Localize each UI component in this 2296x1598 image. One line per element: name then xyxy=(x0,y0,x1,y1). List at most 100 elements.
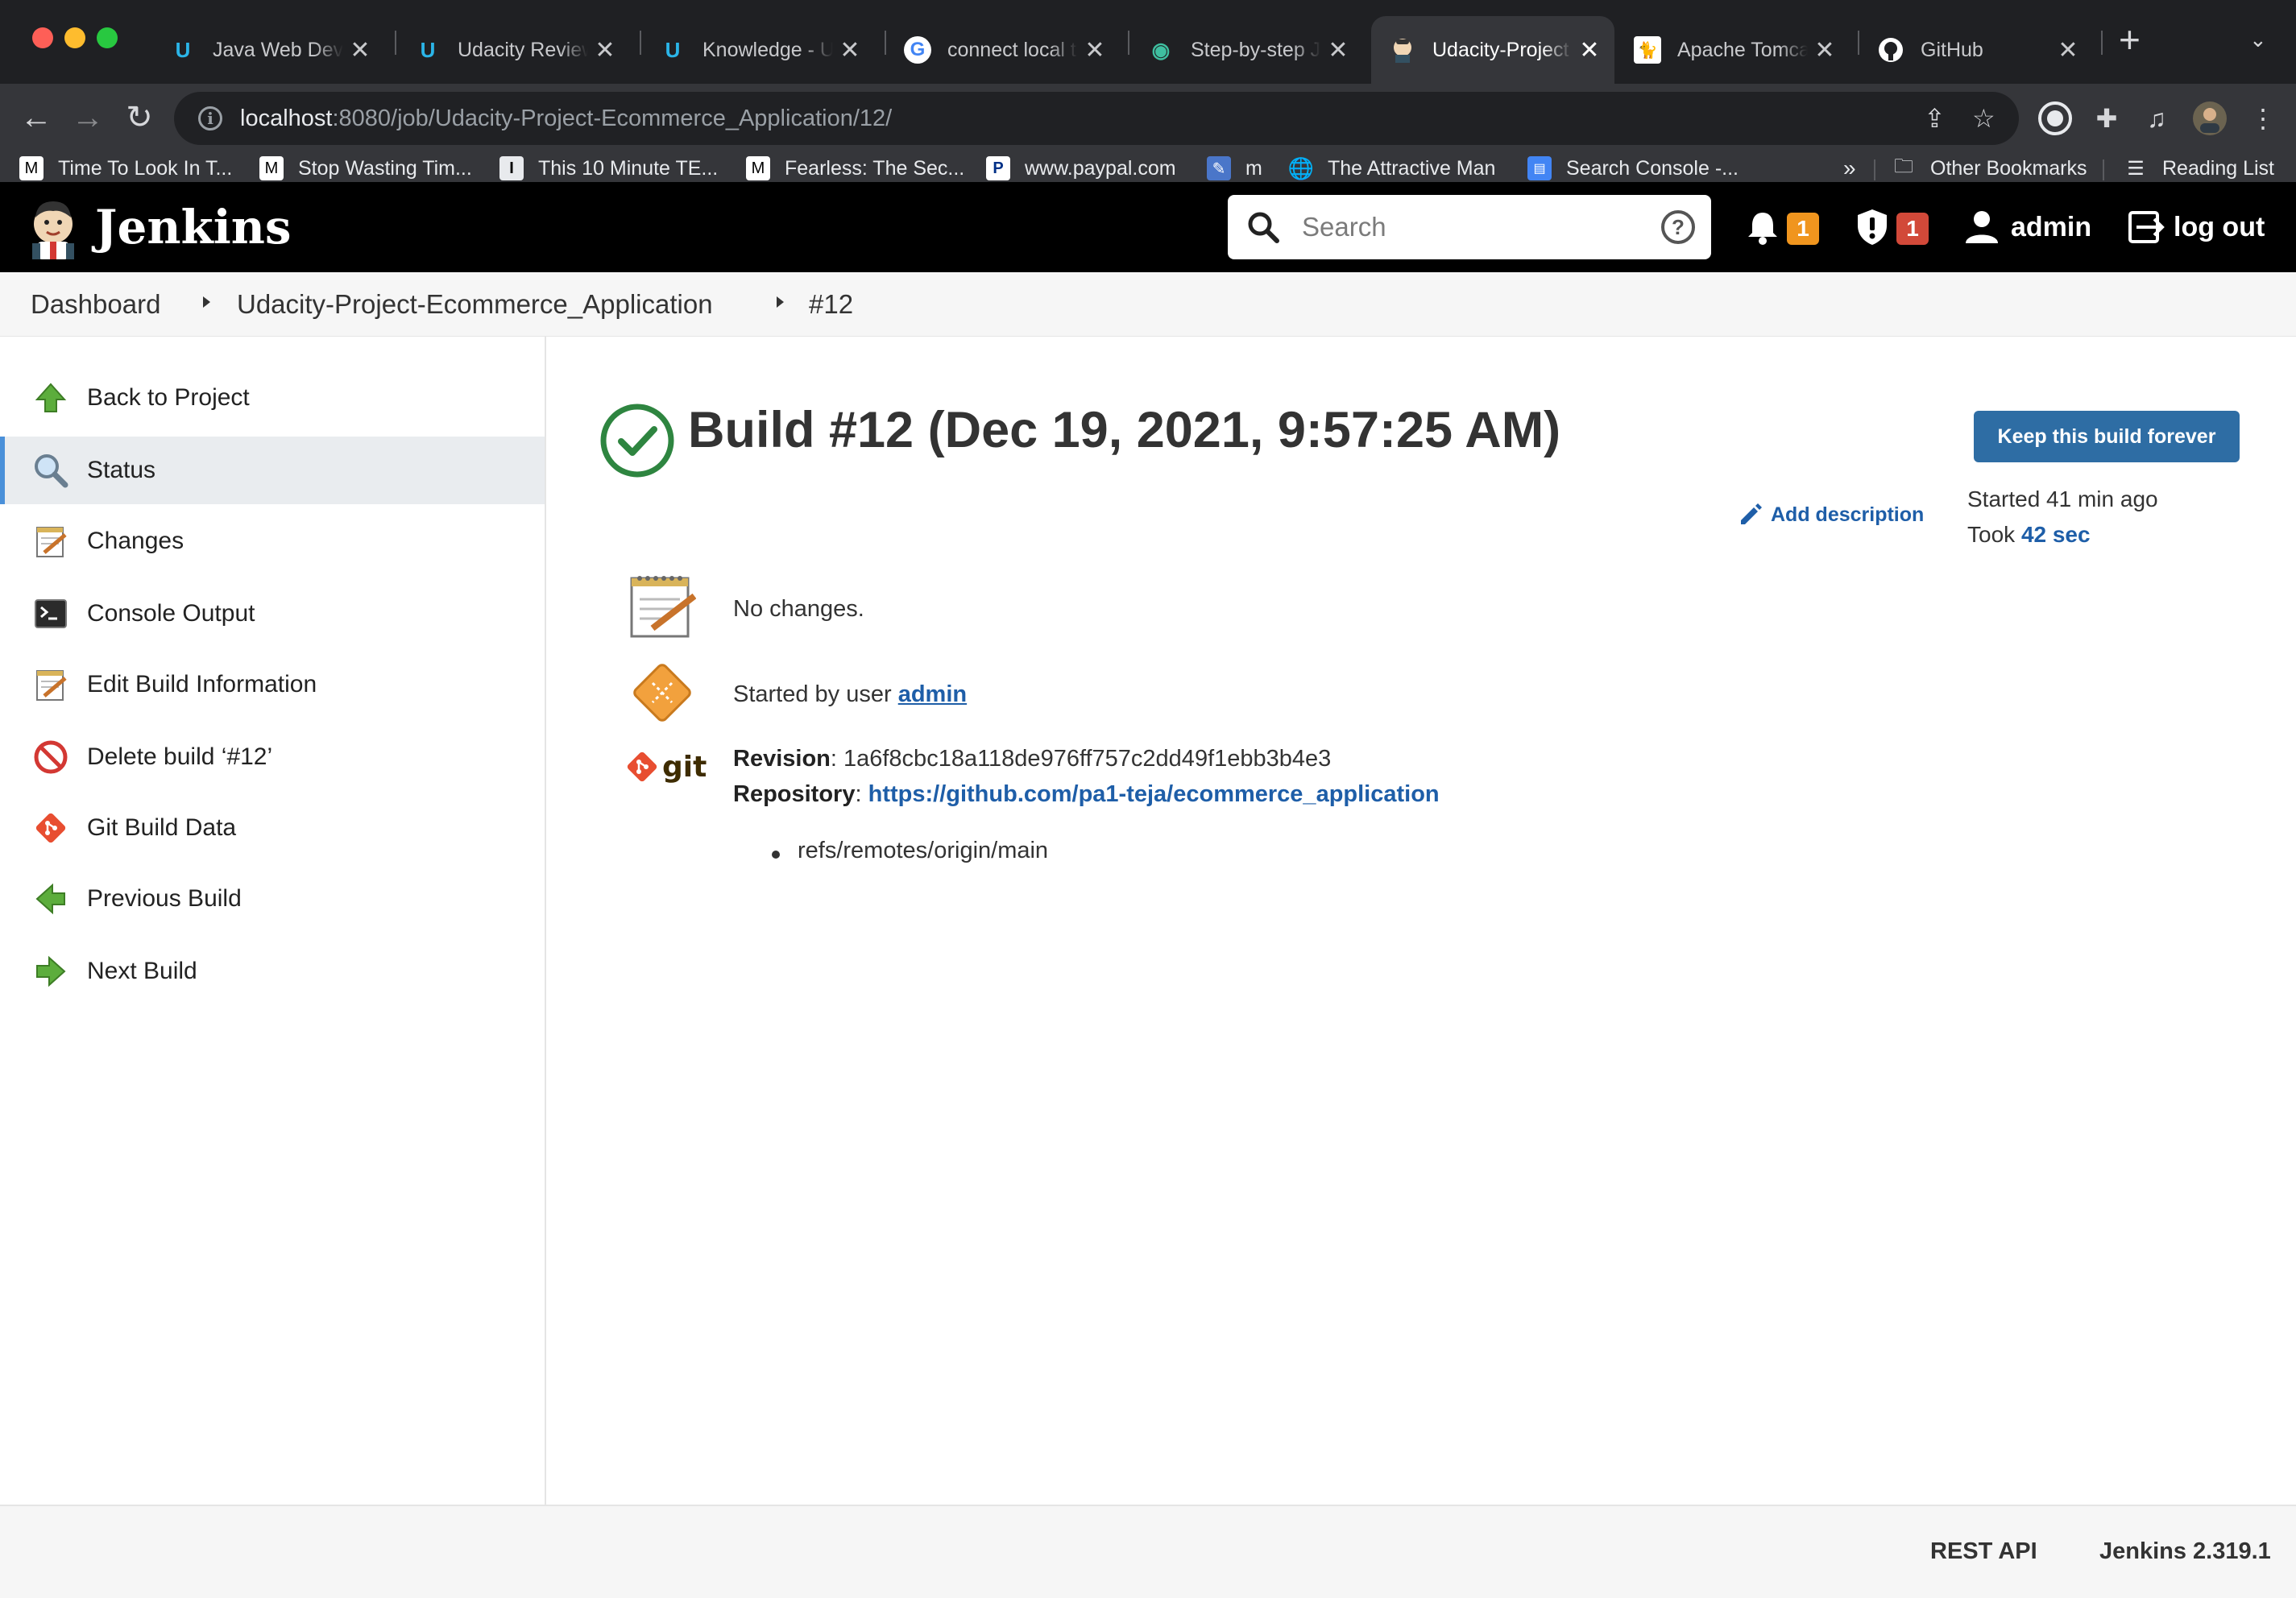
duration-link[interactable]: 42 sec xyxy=(2021,522,2091,547)
search-help-icon[interactable]: ? xyxy=(1661,210,1695,244)
bookmark-item[interactable]: M Time To Look In T... xyxy=(19,155,232,182)
close-tab-icon[interactable]: ✕ xyxy=(593,36,617,64)
sidebar-item-label: Status xyxy=(87,457,156,483)
jenkins-version-link[interactable]: Jenkins 2.319.1 xyxy=(2099,1538,2271,1565)
user-link[interactable]: admin xyxy=(2011,206,2091,248)
sidebar-item-console-output[interactable]: Console Output xyxy=(0,580,545,648)
git-logo-text: git xyxy=(662,750,707,784)
breadcrumb-project[interactable]: Udacity-Project-Ecommerce_Application xyxy=(237,288,713,321)
bookmark-item[interactable]: M Fearless: The Sec... xyxy=(746,155,964,182)
reload-button[interactable]: ↻ xyxy=(119,97,160,139)
breadcrumb-build[interactable]: #12 xyxy=(809,288,853,321)
bookmark-item[interactable]: I This 10 Minute TE... xyxy=(499,155,718,182)
bookmark-item[interactable]: ▤ Search Console -... xyxy=(1527,155,1739,182)
close-tab-icon[interactable]: ✕ xyxy=(2056,36,2080,64)
sidebar-item-status[interactable]: Status xyxy=(0,437,545,504)
browser-tab[interactable]: GitHub ✕ xyxy=(1859,16,2093,84)
bookmark-star-icon[interactable]: ☆ xyxy=(1972,103,1996,134)
sidebar-item-label: Changes xyxy=(87,528,184,554)
search-icon xyxy=(1248,212,1279,243)
repository-link[interactable]: https://github.com/pa1-teja/ecommerce_ap… xyxy=(868,781,1440,807)
sidebar-item-back-to-project[interactable]: Back to Project xyxy=(0,364,545,432)
sidebar-item-changes[interactable]: Changes xyxy=(0,507,545,575)
started-by-text: Started by user admin xyxy=(733,681,967,708)
media-control-icon[interactable]: ♫ xyxy=(2138,100,2175,137)
minimize-window-button[interactable] xyxy=(64,27,85,48)
close-tab-icon[interactable]: ✕ xyxy=(1813,36,1837,64)
reading-list-button[interactable]: ☰ Reading List xyxy=(2124,155,2274,182)
jenkins-logo-icon[interactable] xyxy=(29,198,77,259)
search-box[interactable]: Search ? xyxy=(1228,195,1711,259)
jenkins-title[interactable]: Jenkins xyxy=(95,198,292,256)
tab-search-button[interactable]: ⌄ xyxy=(2249,27,2267,52)
keep-build-forever-button[interactable]: Keep this build forever xyxy=(1974,411,2240,462)
started-by-user-link[interactable]: admin xyxy=(898,681,967,707)
sidebar-item-previous-build[interactable]: Previous Build xyxy=(0,865,545,933)
sidebar-item-label: Previous Build xyxy=(87,885,242,912)
browser-tab-active[interactable]: Udacity-Project ✕ xyxy=(1371,16,1614,84)
git-logo: git xyxy=(625,743,714,791)
browser-tab[interactable]: ◉ Step-by-step J ✕ xyxy=(1129,16,1363,84)
new-tab-button[interactable]: + xyxy=(2119,21,2141,58)
branch-item: refs/remotes/origin/main xyxy=(798,838,1049,863)
breadcrumb-dashboard[interactable]: Dashboard xyxy=(31,288,160,321)
logout-link[interactable]: log out xyxy=(2174,206,2265,248)
eye-icon: ◉ xyxy=(1151,37,1171,62)
sidebar-item-git-build-data[interactable]: Git Build Data xyxy=(0,794,545,862)
close-tab-icon[interactable]: ✕ xyxy=(348,36,372,64)
bookmarks-bar: M Time To Look In T... M Stop Wasting Ti… xyxy=(0,155,2296,182)
close-window-button[interactable] xyxy=(32,27,53,48)
extension-icon[interactable] xyxy=(2037,100,2074,137)
address-bar[interactable]: i localhost:8080/job/Udacity-Project-Eco… xyxy=(174,92,2019,145)
udacity-icon: U xyxy=(420,37,436,62)
breadcrumb-chevron-icon[interactable] xyxy=(777,296,784,308)
revision-text: Revision: 1a6f8cbc18a118de976ff757c2dd49… xyxy=(733,746,1331,772)
profile-avatar[interactable] xyxy=(2191,100,2228,137)
rest-api-link[interactable]: REST API xyxy=(1930,1538,2037,1565)
close-tab-icon[interactable]: ✕ xyxy=(1083,36,1107,64)
add-description-link[interactable]: Add description xyxy=(1737,501,1924,528)
security-badge[interactable]: 1 xyxy=(1896,213,1929,245)
browser-tab[interactable]: 🐈 Apache Tomcat ✕ xyxy=(1616,16,1850,84)
share-icon[interactable]: ⇪ xyxy=(1924,103,1946,134)
sidebar-item-edit-build-information[interactable]: Edit Build Information xyxy=(0,651,545,718)
browser-menu-icon[interactable]: ⋮ xyxy=(2244,100,2281,137)
more-bookmarks-button[interactable]: » xyxy=(1843,155,1856,182)
forward-button[interactable]: → xyxy=(68,97,108,139)
git-icon xyxy=(627,751,657,782)
notifications-badge[interactable]: 1 xyxy=(1787,213,1819,245)
close-tab-icon[interactable]: ✕ xyxy=(1577,36,1602,64)
search-input[interactable]: Search xyxy=(1302,212,1661,242)
bookmark-item[interactable]: P www.paypal.com xyxy=(986,155,1176,182)
browser-tab[interactable]: U Udacity Review ✕ xyxy=(396,16,630,84)
back-button[interactable]: ← xyxy=(16,97,56,139)
browser-tab[interactable]: U Knowledge - U ✕ xyxy=(641,16,875,84)
sidebar-item-label: Delete build ‘#12’ xyxy=(87,743,273,770)
puzzle-extensions-icon[interactable]: ✚ xyxy=(2088,100,2125,137)
bookmark-item[interactable]: ✎ m xyxy=(1207,155,1262,182)
shield-icon[interactable] xyxy=(1851,206,1893,248)
side-panel: Back to Project Status Changes Console O… xyxy=(0,337,546,1505)
left-arrow-icon xyxy=(32,880,69,917)
browser-tab[interactable]: G connect local t ✕ xyxy=(886,16,1120,84)
sidebar-item-delete-build[interactable]: Delete build ‘#12’ xyxy=(0,723,545,791)
breadcrumb-chevron-icon[interactable] xyxy=(203,296,210,308)
bookmark-item[interactable]: 🌐 The Attractive Man xyxy=(1288,155,1496,182)
right-arrow-icon xyxy=(32,953,69,990)
sidebar-item-next-build[interactable]: Next Build xyxy=(0,938,545,1005)
close-tab-icon[interactable]: ✕ xyxy=(838,36,862,64)
add-description-label: Add description xyxy=(1771,503,1925,526)
build-started-text: Started 41 min ago xyxy=(1967,486,2158,511)
browser-tab[interactable]: U Java Web Deve ✕ xyxy=(151,16,385,84)
user-icon xyxy=(1966,211,1998,243)
maximize-window-button[interactable] xyxy=(97,27,118,48)
other-bookmarks-folder[interactable]: 🗀 Other Bookmarks xyxy=(1892,155,2087,182)
no-entry-icon xyxy=(32,739,69,776)
github-icon xyxy=(1877,36,1904,64)
site-info-icon[interactable]: i xyxy=(198,106,222,130)
jenkins-icon xyxy=(1389,36,1416,64)
bell-icon[interactable] xyxy=(1742,206,1784,248)
close-tab-icon[interactable]: ✕ xyxy=(1326,36,1350,64)
tab-title: GitHub xyxy=(1921,38,1983,61)
bookmark-item[interactable]: M Stop Wasting Tim... xyxy=(259,155,472,182)
